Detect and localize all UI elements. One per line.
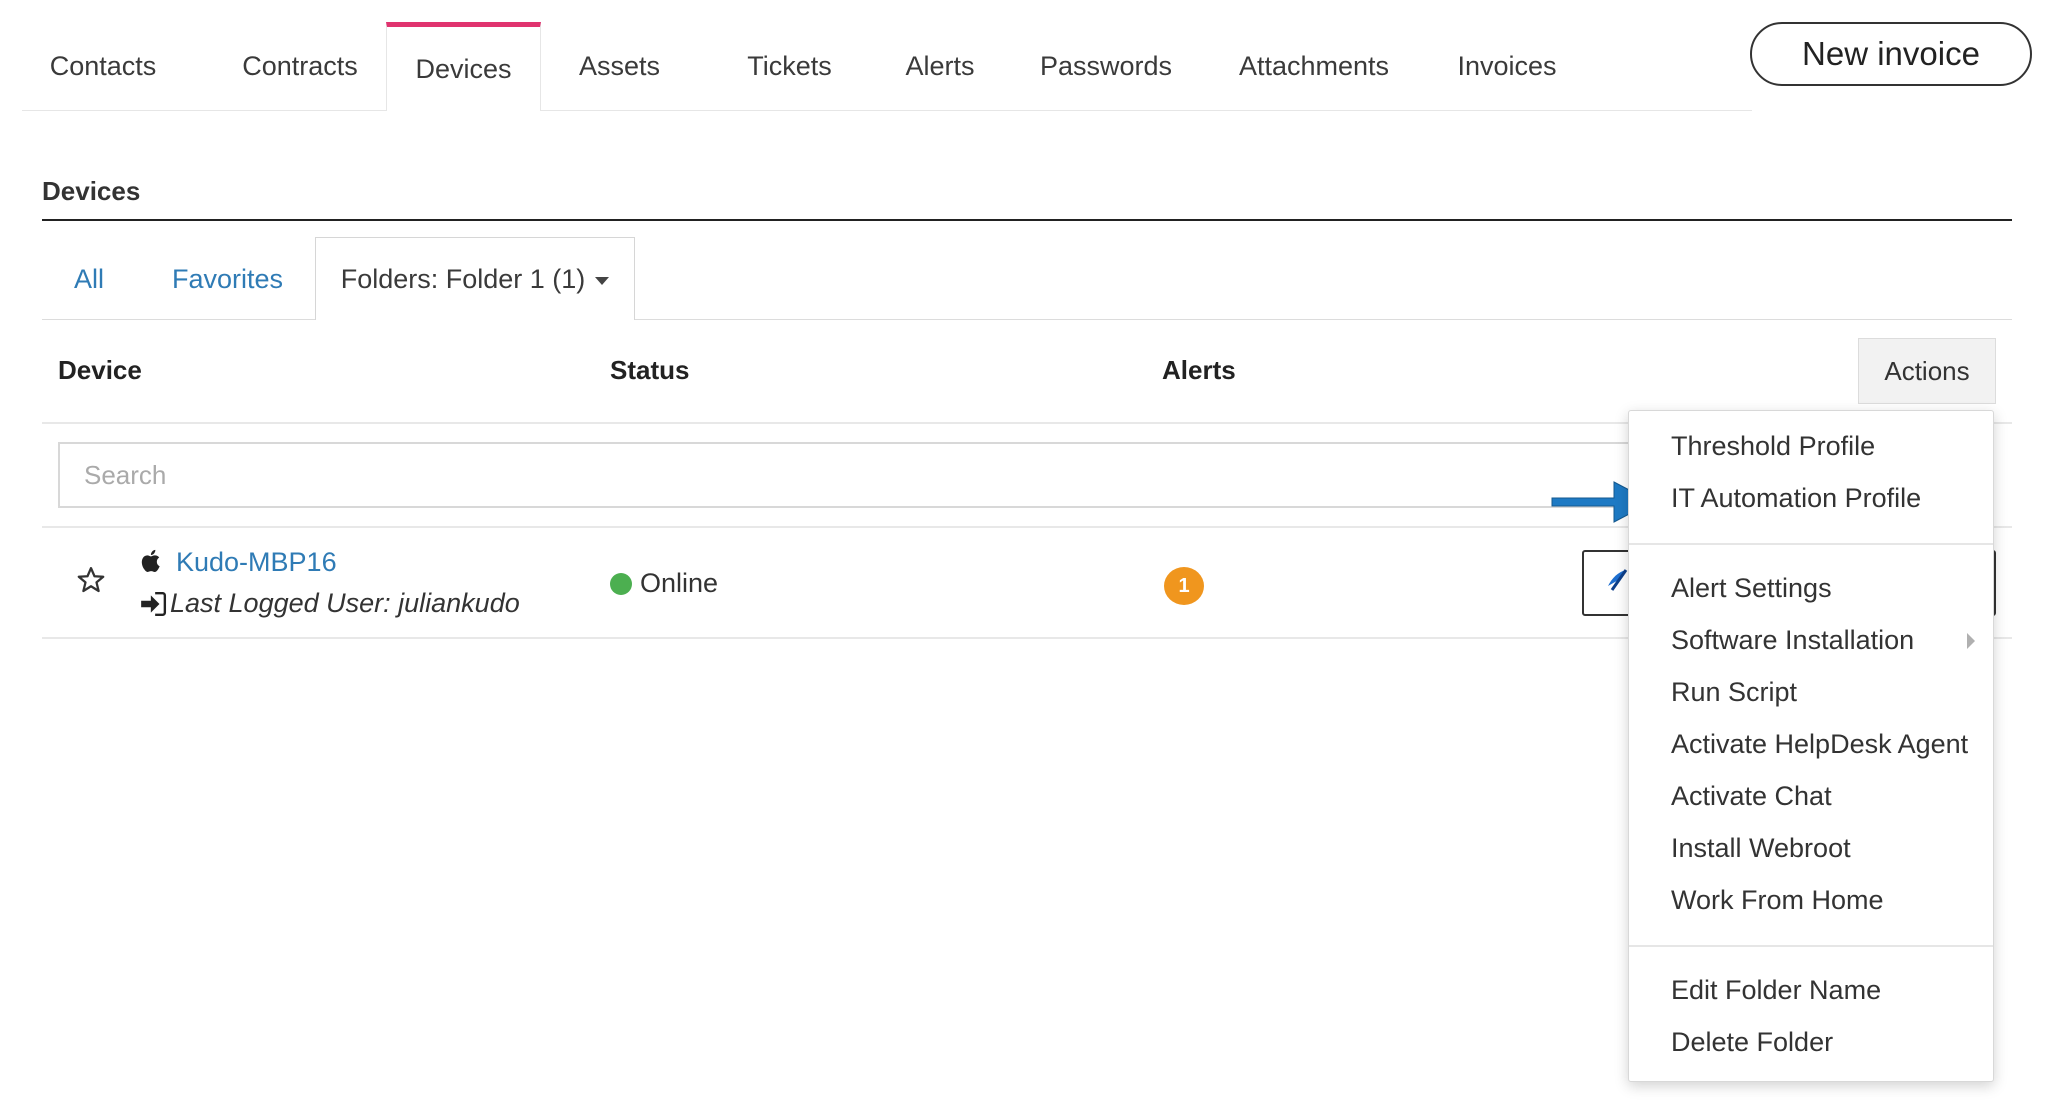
new-invoice-button[interactable]: New invoice: [1750, 22, 2032, 86]
last-logged-user: Last Logged User: juliankudo: [170, 588, 520, 618]
menu-item-delete-folder[interactable]: Delete Folder: [1671, 1027, 1833, 1058]
column-header-alerts: Alerts: [1162, 355, 1236, 385]
menu-item-it-automation-profile[interactable]: IT Automation Profile: [1671, 483, 1921, 514]
device-name-link[interactable]: Kudo-MBP16: [176, 547, 337, 578]
tab-invoices[interactable]: Invoices: [1432, 22, 1582, 110]
menu-item-alert-settings[interactable]: Alert Settings: [1671, 573, 1832, 604]
caret-down-icon: [595, 276, 610, 285]
subtab-favorites[interactable]: Favorites: [172, 238, 283, 320]
menu-item-edit-folder-name[interactable]: Edit Folder Name: [1671, 975, 1881, 1006]
section-title: Devices: [42, 176, 141, 206]
actions-dropdown-menu: Threshold Profile IT Automation Profile …: [1628, 410, 1994, 1082]
top-tab-bar: Contacts Contracts Devices Assets Ticket…: [22, 22, 1752, 111]
submenu-chevron-right-icon: [1967, 633, 1975, 649]
menu-item-run-script[interactable]: Run Script: [1671, 677, 1797, 708]
tab-contracts[interactable]: Contracts: [200, 22, 400, 110]
star-icon[interactable]: [76, 565, 106, 595]
remote-connect-icon: [1608, 569, 1628, 591]
tab-passwords[interactable]: Passwords: [1018, 22, 1194, 110]
tab-devices[interactable]: Devices: [386, 22, 541, 111]
section-divider: [42, 219, 2012, 221]
subtab-all[interactable]: All: [74, 238, 104, 320]
subtab-folder-label: Folders: Folder 1 (1): [340, 263, 586, 294]
login-icon: [141, 592, 167, 616]
tab-attachments[interactable]: Attachments: [1214, 22, 1414, 110]
tab-alerts[interactable]: Alerts: [880, 22, 1000, 110]
menu-divider: [1629, 945, 1993, 947]
status-text: Online: [640, 568, 719, 598]
menu-item-activate-chat[interactable]: Activate Chat: [1671, 781, 1832, 812]
online-status-icon: [610, 573, 632, 595]
actions-button[interactable]: Actions: [1858, 338, 1996, 404]
tab-contacts[interactable]: Contacts: [22, 22, 184, 110]
apple-icon: [141, 549, 160, 572]
tab-tickets[interactable]: Tickets: [712, 22, 867, 110]
alert-count-badge[interactable]: 1: [1164, 567, 1204, 605]
subtab-folder-dropdown[interactable]: Folders: Folder 1 (1): [315, 237, 635, 320]
menu-item-software-installation[interactable]: Software Installation: [1671, 625, 1914, 656]
menu-divider: [1629, 543, 1993, 545]
tab-assets[interactable]: Assets: [542, 22, 697, 110]
column-header-device: Device: [58, 355, 142, 385]
menu-item-activate-helpdesk-agent[interactable]: Activate HelpDesk Agent: [1671, 729, 1968, 760]
menu-item-threshold-profile[interactable]: Threshold Profile: [1671, 431, 1875, 462]
menu-item-install-webroot[interactable]: Install Webroot: [1671, 833, 1851, 864]
menu-item-work-from-home[interactable]: Work From Home: [1671, 885, 1884, 916]
column-header-status: Status: [610, 355, 690, 385]
